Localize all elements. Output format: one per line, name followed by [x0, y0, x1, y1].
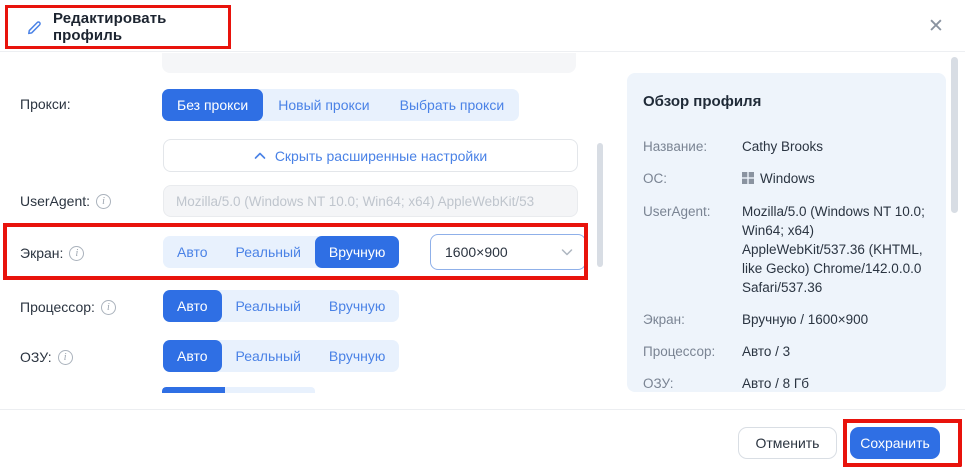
- pencil-icon: [26, 19, 43, 36]
- edit-profile-modal: Редактировать профиль ✕ Прокси: Без прок…: [0, 0, 965, 469]
- ram-label: ОЗУ: i: [20, 349, 73, 365]
- resolution-dropdown[interactable]: 1600×900: [430, 234, 586, 270]
- ram-option-auto[interactable]: Авто: [163, 340, 222, 372]
- overview-row-name: Название: Cathy Brooks: [643, 139, 824, 154]
- ram-option-real[interactable]: Реальный: [222, 340, 315, 372]
- screen-segmented-control: Авто Реальный Вручную: [163, 236, 400, 268]
- profile-overview-panel: Обзор профиля Название: Cathy Brooks ОС:…: [627, 73, 946, 392]
- chevron-down-icon: [561, 248, 573, 256]
- scrolled-segmented-control-partial: [162, 387, 315, 393]
- useragent-input[interactable]: [163, 185, 578, 217]
- screen-option-manual[interactable]: Вручную: [314, 236, 400, 268]
- footer-divider: [0, 409, 965, 410]
- proxy-option-no-proxy[interactable]: Без прокси: [162, 89, 264, 121]
- proxy-segmented-control: Без прокси Новый прокси Выбрать прокси: [162, 89, 520, 121]
- cpu-label: Процессор: i: [20, 299, 116, 315]
- close-icon[interactable]: ✕: [923, 13, 949, 39]
- cancel-button[interactable]: Отменить: [738, 427, 837, 459]
- screen-label: Экран: i: [20, 245, 85, 261]
- page-title: Редактировать профиль: [53, 10, 167, 44]
- resolution-value: 1600×900: [445, 244, 508, 260]
- annotation-box-title: Редактировать профиль: [5, 5, 231, 49]
- screen-option-auto[interactable]: Авто: [163, 236, 222, 268]
- overview-row-screen: Экран: Вручную / 1600×900: [643, 312, 869, 327]
- info-icon[interactable]: i: [100, 299, 116, 315]
- save-button[interactable]: Сохранить: [850, 427, 940, 459]
- overview-row-ram: ОЗУ: Авто / 8 Гб: [643, 376, 809, 391]
- info-icon[interactable]: i: [96, 193, 112, 209]
- ram-option-manual[interactable]: Вручную: [315, 340, 400, 372]
- proxy-label: Прокси:: [20, 96, 71, 112]
- cpu-option-manual[interactable]: Вручную: [315, 290, 400, 322]
- chevron-up-icon: [254, 152, 266, 160]
- cpu-option-real[interactable]: Реальный: [222, 290, 315, 322]
- form-scrollbar[interactable]: [597, 143, 603, 267]
- screen-option-real[interactable]: Реальный: [222, 236, 315, 268]
- scrolled-field-partial: [162, 53, 576, 73]
- modal-scrollbar[interactable]: [951, 57, 958, 213]
- proxy-option-select-proxy[interactable]: Выбрать прокси: [385, 89, 520, 121]
- info-icon[interactable]: i: [57, 349, 73, 365]
- ram-segmented-control: Авто Реальный Вручную: [163, 340, 400, 372]
- cpu-option-auto[interactable]: Авто: [163, 290, 222, 322]
- overview-row-cpu: Процессор: Авто / 3: [643, 344, 791, 359]
- info-icon[interactable]: i: [69, 245, 85, 261]
- overview-title: Обзор профиля: [643, 93, 762, 110]
- windows-icon: [742, 170, 754, 189]
- proxy-option-new-proxy[interactable]: Новый прокси: [263, 89, 384, 121]
- hide-advanced-settings-button[interactable]: Скрыть расширенные настройки: [163, 139, 578, 172]
- overview-row-useragent: UserAgent: Mozilla/5.0 (Windows NT 10.0;…: [643, 204, 925, 295]
- cpu-segmented-control: Авто Реальный Вручную: [163, 290, 400, 322]
- os-value: Windows: [760, 171, 815, 186]
- header-divider: [0, 51, 965, 52]
- useragent-label: UserAgent: i: [20, 193, 112, 209]
- overview-row-os: ОС: Windows: [643, 169, 928, 189]
